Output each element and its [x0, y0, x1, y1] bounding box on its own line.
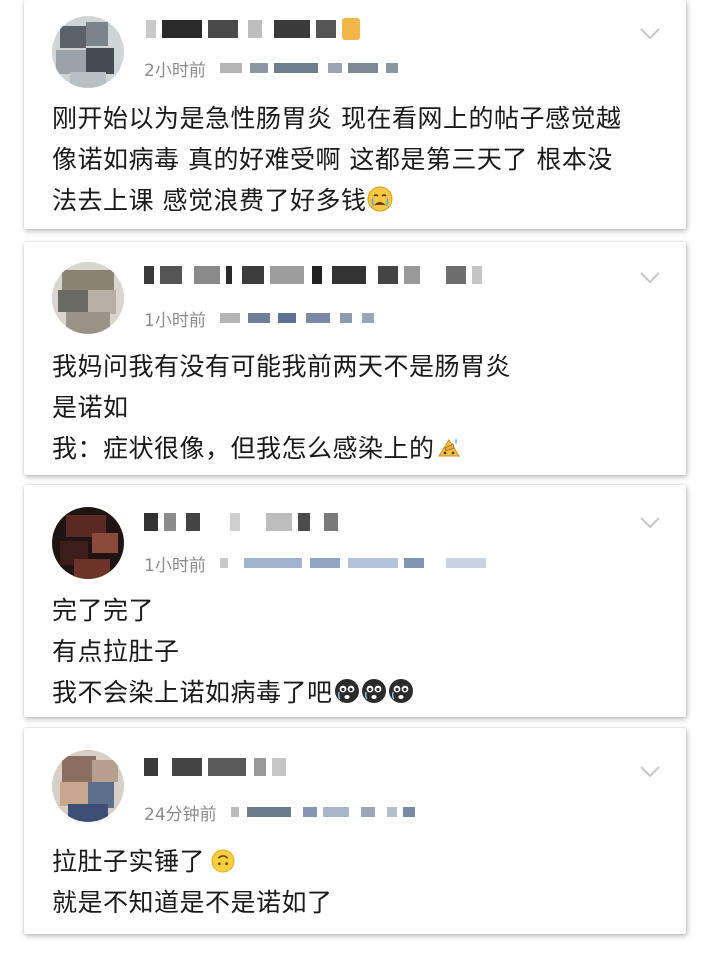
comment-line: 法去上课 感觉浪费了好多钱: [52, 186, 367, 215]
device-info-blurred: [219, 61, 440, 75]
comment-meta: 24分钟前: [144, 800, 564, 825]
comment-card: 1小时前 完了完了 有点拉肚子 我不会染上诺如病毒了吧: [24, 485, 686, 717]
chevron-down-icon[interactable]: [640, 766, 660, 778]
comment-meta: 1小时前: [144, 306, 564, 331]
comment-line: 像诺如病毒 真的好难受啊 这都是第三天了 根本没: [52, 145, 613, 174]
comment-text: 拉肚子实锤了 就是不知道是不是诺如了: [52, 841, 666, 923]
chevron-down-icon[interactable]: [640, 517, 660, 529]
comment-text: 完了完了 有点拉肚子 我不会染上诺如病毒了吧: [52, 590, 666, 713]
device-info-blurred: [219, 311, 440, 325]
avatar[interactable]: [52, 16, 124, 88]
timestamp: 2小时前: [144, 60, 206, 81]
crying-face-icon: [367, 186, 393, 212]
avatar[interactable]: [52, 507, 124, 579]
crying-face-icon: [361, 679, 386, 703]
username-blurred[interactable]: [142, 754, 522, 780]
comment-line: 有点拉肚子: [52, 637, 180, 666]
comment-line: 我：症状很像，但我怎么感染上的: [52, 434, 435, 463]
device-info-blurred: [230, 805, 451, 819]
username-blurred[interactable]: [142, 16, 522, 42]
avatar[interactable]: [52, 262, 124, 334]
timestamp: 1小时前: [144, 555, 206, 576]
comment-line: 完了完了: [52, 596, 155, 625]
comment-meta: 1小时前: [144, 551, 564, 576]
crying-face-icon: [388, 679, 413, 703]
comment-meta: 2小时前: [144, 56, 564, 81]
comment-card: 2小时前 刚开始以为是急性肠胃炎 现在看网上的帖子感觉越 像诺如病毒 真的好难受…: [24, 0, 686, 229]
comment-line: 我妈问我有没有可能我前两天不是肠胃炎: [52, 352, 512, 381]
comment-line: 是诺如: [52, 393, 129, 422]
device-info-blurred: [219, 556, 520, 570]
comment-card: 24分钟前 拉肚子实锤了 就是不知道是不是诺如了: [24, 728, 686, 934]
username-blurred[interactable]: [142, 262, 522, 288]
comment-line: 我不会染上诺如病毒了吧: [52, 678, 333, 707]
comment-line: 刚开始以为是急性肠胃炎 现在看网上的帖子感觉越: [52, 104, 622, 133]
chevron-down-icon[interactable]: [640, 272, 660, 284]
comment-text: 我妈问我有没有可能我前两天不是肠胃炎 是诺如 我：症状很像，但我怎么感染上的: [52, 346, 666, 469]
upside-down-face-icon: [211, 849, 235, 873]
timestamp: 1小时前: [144, 310, 206, 331]
comment-card: 1小时前 我妈问我有没有可能我前两天不是肠胃炎 是诺如 我：症状很像，但我怎么感…: [24, 242, 686, 475]
avatar[interactable]: [52, 750, 124, 822]
facepalm-icon: [437, 438, 460, 457]
comment-line: 拉肚子实锤了: [52, 847, 206, 876]
timestamp: 24分钟前: [144, 804, 217, 825]
chevron-down-icon[interactable]: [640, 28, 660, 40]
comment-text: 刚开始以为是急性肠胃炎 现在看网上的帖子感觉越 像诺如病毒 真的好难受啊 这都是…: [52, 98, 666, 221]
crying-face-icon: [334, 679, 359, 703]
comment-line: 就是不知道是不是诺如了: [52, 888, 333, 917]
username-blurred[interactable]: [142, 509, 522, 535]
